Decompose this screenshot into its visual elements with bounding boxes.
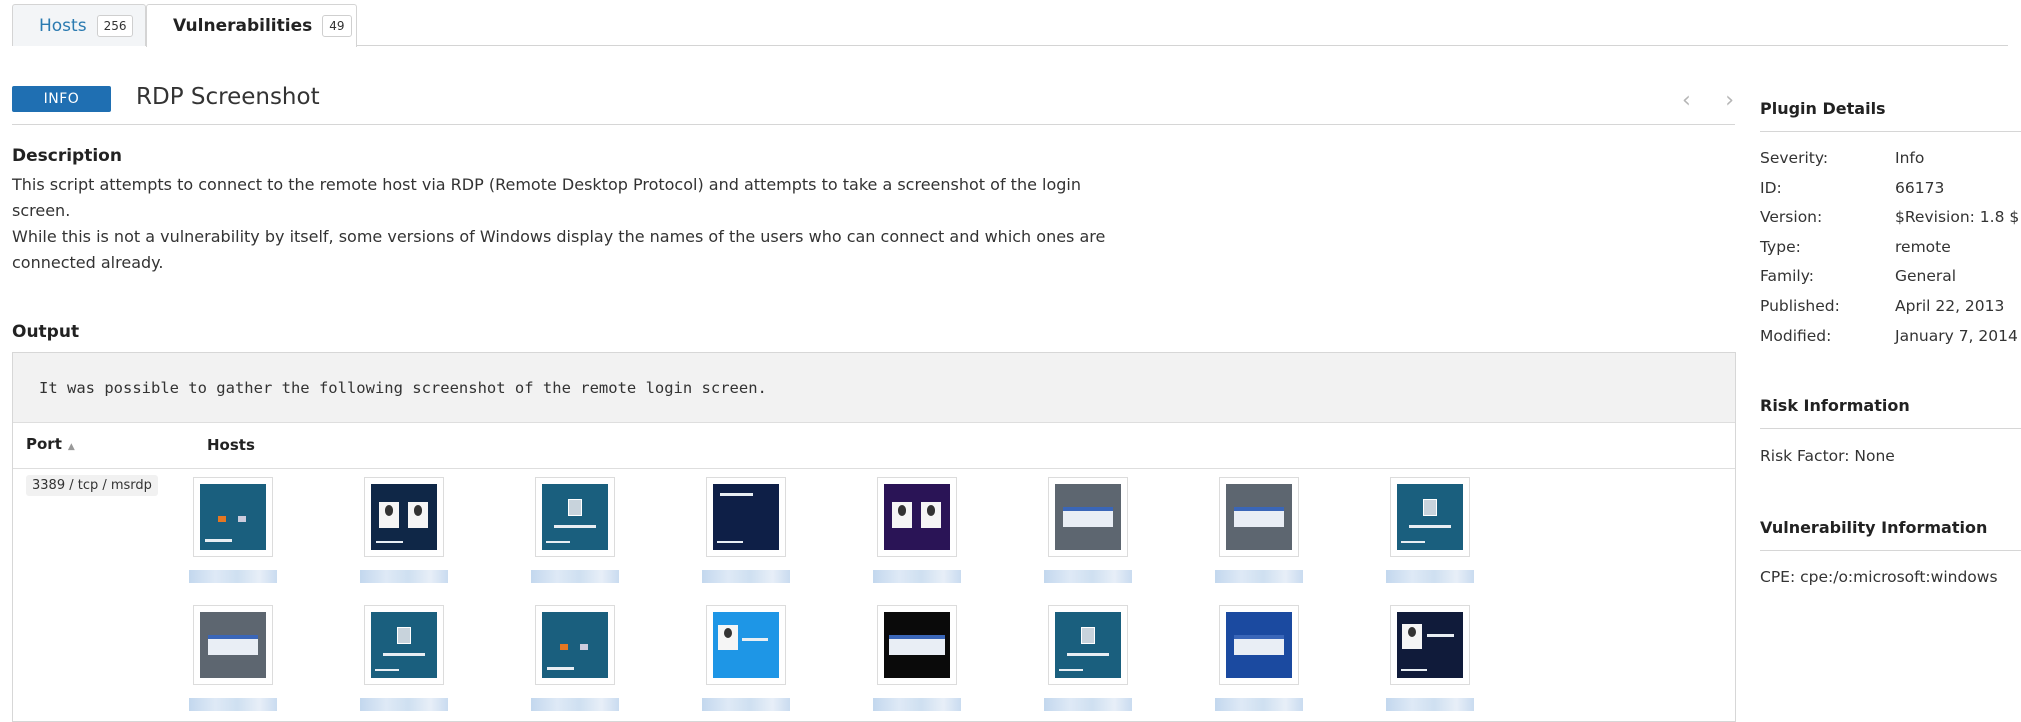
screenshot-thumbnail[interactable] bbox=[1390, 605, 1470, 685]
plugin-details-divider bbox=[1760, 131, 2021, 132]
screenshot-thumbnail[interactable] bbox=[1219, 605, 1299, 685]
screenshot-thumbnail[interactable] bbox=[535, 605, 615, 685]
port-value: 3389 / tcp / msrdp bbox=[26, 475, 158, 496]
vulnerability-information-heading: Vulnerability Information bbox=[1760, 518, 1988, 537]
screenshot-thumbnail[interactable] bbox=[1048, 605, 1128, 685]
plugin-navigation: ‹ › bbox=[1682, 88, 1734, 113]
login-screen-image bbox=[884, 612, 950, 678]
plugin-detail-key: Version: bbox=[1760, 208, 1823, 227]
tab-vulnerabilities-label: Vulnerabilities bbox=[173, 16, 313, 36]
column-hosts: Hosts bbox=[207, 436, 255, 454]
host-link-redacted[interactable] bbox=[360, 698, 448, 711]
login-screen-image bbox=[1055, 484, 1121, 550]
login-screen-image bbox=[371, 484, 437, 550]
plugin-details-heading: Plugin Details bbox=[1760, 99, 1886, 118]
plugin-detail-value: remote bbox=[1895, 237, 1951, 256]
host-link-redacted[interactable] bbox=[1386, 698, 1474, 711]
host-link-redacted[interactable] bbox=[1044, 698, 1132, 711]
screenshot-thumbnail[interactable] bbox=[1048, 477, 1128, 557]
login-screen-image bbox=[200, 484, 266, 550]
host-link-redacted[interactable] bbox=[702, 570, 790, 583]
host-link-redacted[interactable] bbox=[873, 570, 961, 583]
tab-vulnerabilities[interactable]: Vulnerabilities 49 bbox=[146, 4, 357, 47]
screenshot-thumbnail[interactable] bbox=[193, 477, 273, 557]
tab-hosts[interactable]: Hosts 256 bbox=[12, 4, 146, 46]
screenshot-thumbnail[interactable] bbox=[193, 605, 273, 685]
host-link-redacted[interactable] bbox=[1215, 570, 1303, 583]
login-screen-image bbox=[1055, 612, 1121, 678]
screenshot-thumbnail[interactable] bbox=[706, 605, 786, 685]
screenshot-thumbnail[interactable] bbox=[535, 477, 615, 557]
plugin-detail-value: Info bbox=[1895, 149, 1925, 167]
plugin-detail-value: April 22, 2013 bbox=[1895, 297, 2005, 315]
login-screen-image bbox=[542, 484, 608, 550]
output-heading: Output bbox=[12, 322, 80, 342]
login-screen-image bbox=[371, 612, 437, 678]
host-link-redacted[interactable] bbox=[189, 698, 277, 711]
host-link-redacted[interactable] bbox=[1215, 698, 1303, 711]
login-screen-image bbox=[1397, 612, 1463, 678]
login-screen-image bbox=[1397, 484, 1463, 550]
screenshot-thumbnail[interactable] bbox=[877, 605, 957, 685]
description-heading: Description bbox=[12, 146, 122, 166]
plugin-detail-key: Published: bbox=[1760, 297, 1840, 315]
chevron-right-icon[interactable]: › bbox=[1725, 88, 1734, 113]
plugin-detail-key: Family: bbox=[1760, 267, 1814, 286]
risk-information-divider bbox=[1760, 428, 2021, 429]
host-link-redacted[interactable] bbox=[189, 570, 277, 583]
host-link-redacted[interactable] bbox=[702, 698, 790, 711]
host-link-redacted[interactable] bbox=[1044, 570, 1132, 583]
screenshot-thumbnail[interactable] bbox=[364, 477, 444, 557]
cpe-value: CPE: cpe:/o:microsoft:windows bbox=[1760, 568, 1998, 586]
plugin-title: RDP Screenshot bbox=[136, 84, 320, 110]
plugin-detail-value: General bbox=[1895, 267, 1957, 286]
host-link-redacted[interactable] bbox=[873, 698, 961, 711]
severity-badge: INFO bbox=[12, 86, 111, 112]
host-link-redacted[interactable] bbox=[360, 570, 448, 583]
plugin-detail-key: ID: bbox=[1760, 178, 1782, 197]
column-port-label: Port bbox=[26, 435, 62, 453]
login-screen-image bbox=[884, 484, 950, 550]
host-link-redacted[interactable] bbox=[531, 698, 619, 711]
header-divider bbox=[12, 124, 1735, 125]
screenshot-thumbnail[interactable] bbox=[877, 477, 957, 557]
tab-vulnerabilities-count: 49 bbox=[322, 15, 352, 37]
tab-bar: Hosts 256 Vulnerabilities 49 bbox=[12, 4, 2008, 47]
plugin-detail-value: $Revision: 1.8 $ bbox=[1895, 208, 2020, 227]
screenshot-thumbnail[interactable] bbox=[364, 605, 444, 685]
vulnerability-information-divider bbox=[1760, 550, 2021, 551]
login-screen-image bbox=[200, 612, 266, 678]
description-para-1: This script attempts to connect to the r… bbox=[12, 175, 1081, 220]
screenshot-thumbnail[interactable] bbox=[706, 477, 786, 557]
login-screen-image bbox=[713, 612, 779, 678]
sort-asc-icon: ▲ bbox=[67, 442, 75, 452]
tab-hosts-label: Hosts bbox=[39, 15, 87, 36]
risk-information-heading: Risk Information bbox=[1760, 396, 1910, 415]
host-link-redacted[interactable] bbox=[1386, 570, 1474, 583]
output-panel: It was possible to gather the following … bbox=[12, 352, 1736, 722]
screenshot-thumbnail[interactable] bbox=[1390, 477, 1470, 557]
plugin-detail-value: 66173 bbox=[1895, 178, 1945, 197]
description-para-2: While this is not a vulnerability by its… bbox=[12, 227, 1106, 272]
risk-factor: Risk Factor: None bbox=[1760, 447, 1895, 465]
login-screen-image bbox=[542, 612, 608, 678]
output-message: It was possible to gather the following … bbox=[13, 353, 1735, 423]
login-screen-image bbox=[1226, 612, 1292, 678]
column-port[interactable]: Port ▲ bbox=[26, 435, 75, 453]
screenshot-thumbnail[interactable] bbox=[1219, 477, 1299, 557]
chevron-left-icon[interactable]: ‹ bbox=[1682, 88, 1691, 113]
plugin-detail-key: Severity: bbox=[1760, 149, 1829, 167]
login-screen-image bbox=[1226, 484, 1292, 550]
plugin-detail-key: Modified: bbox=[1760, 326, 1832, 345]
plugin-detail-key: Type: bbox=[1760, 237, 1801, 256]
plugin-detail-value: January 7, 2014 bbox=[1895, 326, 2018, 345]
tab-hosts-count: 256 bbox=[96, 14, 134, 37]
output-table-header: Port ▲ Hosts bbox=[13, 423, 1735, 469]
host-link-redacted[interactable] bbox=[531, 570, 619, 583]
login-screen-image bbox=[713, 484, 779, 550]
